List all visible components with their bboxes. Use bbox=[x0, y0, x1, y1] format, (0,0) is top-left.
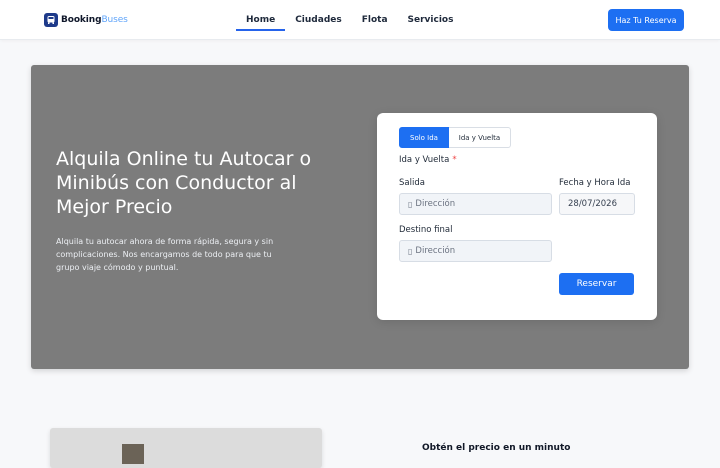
navbar: BookingBuses Home Ciudades Flota Servici… bbox=[0, 0, 720, 40]
required-mark: * bbox=[452, 155, 457, 165]
destination-label: Destino final bbox=[399, 225, 453, 235]
brand-name-main: Booking bbox=[61, 15, 102, 25]
section-image bbox=[50, 428, 322, 468]
section-title: Obtén el precio en un minuto bbox=[422, 443, 571, 453]
booking-form: Solo Ida Ida y Vuelta Ida y Vuelta * Sali… bbox=[377, 113, 657, 320]
nav-item-ciudades[interactable]: Ciudades bbox=[285, 0, 352, 40]
nav-item-flota[interactable]: Flota bbox=[352, 0, 398, 40]
brand-logo[interactable]: BookingBuses bbox=[44, 12, 128, 28]
nav-item-home[interactable]: Home bbox=[236, 0, 286, 40]
location-icon: ▯ bbox=[408, 199, 413, 209]
tab-ida-y-vuelta[interactable]: Ida y Vuelta bbox=[449, 127, 511, 148]
departure-input[interactable]: ▯ Dirección bbox=[399, 193, 552, 215]
brand-name-accent: Buses bbox=[101, 15, 128, 25]
date-input[interactable]: 28/07/2026 bbox=[559, 193, 635, 215]
destination-placeholder: Dirección bbox=[415, 246, 456, 256]
brand-name: BookingBuses bbox=[61, 15, 128, 25]
date-value: 28/07/2026 bbox=[568, 199, 617, 209]
nav-item-servicios[interactable]: Servicios bbox=[398, 0, 464, 40]
departure-label: Salida bbox=[399, 178, 425, 188]
destination-input[interactable]: ▯ Dirección bbox=[399, 240, 552, 262]
date-label: Fecha y Hora Ida bbox=[559, 178, 631, 188]
hero-subtitle: Alquila tu autocar ahora de forma rápida… bbox=[56, 237, 274, 272]
trip-type-tabs: Solo Ida Ida y Vuelta bbox=[399, 127, 511, 148]
booking-cta-button[interactable]: Haz Tu Reserva bbox=[608, 9, 684, 31]
reserve-button[interactable]: Reservar bbox=[559, 273, 634, 295]
main-nav: Home Ciudades Flota Servicios bbox=[236, 0, 463, 40]
tab-solo-ida[interactable]: Solo Ida bbox=[399, 127, 449, 148]
hero-title: Alquila Online tu Autocar o Minibús con … bbox=[56, 148, 312, 218]
bus-icon bbox=[44, 13, 58, 27]
departure-placeholder: Dirección bbox=[415, 199, 456, 209]
trip-type-label-text: Ida y Vuelta bbox=[399, 155, 450, 165]
location-icon: ▯ bbox=[408, 246, 413, 256]
trip-type-label: Ida y Vuelta * bbox=[399, 155, 457, 165]
image-shape bbox=[122, 444, 144, 464]
